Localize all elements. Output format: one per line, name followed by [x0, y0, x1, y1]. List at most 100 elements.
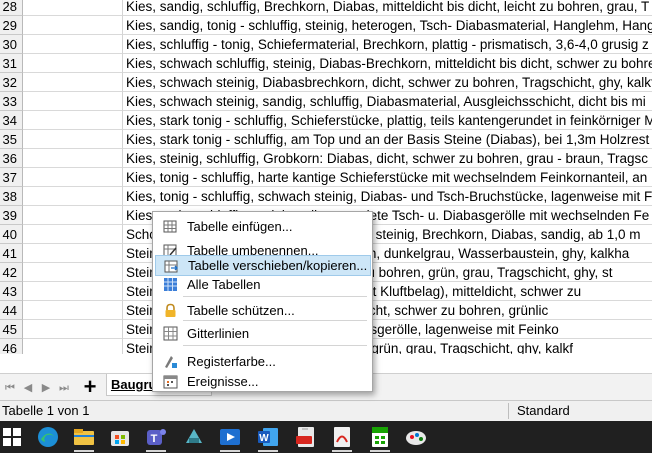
add-sheet-button[interactable]: + — [80, 376, 100, 398]
edge-icon[interactable] — [36, 425, 60, 449]
row-header[interactable]: 28 — [0, 0, 23, 16]
cell[interactable] — [23, 244, 123, 263]
table-row[interactable]: 36 Kies, steinig, schluffig, Grobkorn: Di… — [0, 149, 652, 168]
table-row[interactable]: 29 Kies, sandig, tonig - schluffig, stein… — [0, 16, 652, 35]
cell[interactable] — [23, 92, 123, 111]
row-header[interactable]: 37 — [0, 168, 23, 187]
cell[interactable] — [23, 301, 123, 320]
row-header[interactable]: 45 — [0, 320, 23, 339]
cell[interactable] — [23, 225, 123, 244]
cell[interactable] — [23, 111, 123, 130]
table-row[interactable]: 30 Kies, schluffig - tonig, Schiefermater… — [0, 35, 652, 54]
cell[interactable] — [23, 73, 123, 92]
cell[interactable] — [23, 168, 123, 187]
cell[interactable] — [23, 187, 123, 206]
cell[interactable] — [23, 206, 123, 225]
menu-item-all-sheets[interactable]: Alle Tabellen — [155, 274, 371, 295]
sheet-count-status: Tabelle 1 von 1 — [2, 403, 90, 418]
cell-description[interactable]: Kies, schwach steinig, Diabasbrechkorn, … — [123, 73, 652, 92]
first-sheet-button[interactable]: ⏮ — [4, 381, 16, 395]
svg-text:T: T — [151, 433, 158, 445]
cell[interactable] — [23, 263, 123, 282]
media-icon[interactable] — [218, 425, 242, 452]
row-header[interactable]: 31 — [0, 54, 23, 73]
cell-description[interactable]: Kies, tonig - schluffig, harte kantige S… — [123, 168, 652, 187]
row-header[interactable]: 42 — [0, 263, 23, 282]
menu-item-label: Registerfarbe... — [187, 354, 276, 369]
calc-icon[interactable] — [368, 425, 392, 452]
table-row[interactable]: 34 Kies, stark tonig - schluffig, Schiefe… — [0, 111, 652, 130]
menu-item-events[interactable]: Ereignisse... — [155, 371, 371, 392]
table-row[interactable]: 33 Kies, schwach steinig, sandig, schluff… — [0, 92, 652, 111]
cell-description[interactable]: Kies, tonig - schluffig, schwach steinig… — [123, 187, 652, 206]
row-header[interactable]: 41 — [0, 244, 23, 263]
status-divider — [508, 403, 509, 419]
cell-description[interactable]: Kies, stark tonig - schluffig, am Top un… — [123, 130, 652, 149]
cell-description[interactable]: Kies, stark tonig - schluffig, Schiefers… — [123, 111, 652, 130]
next-sheet-button[interactable]: ▶ — [40, 381, 52, 395]
table-row[interactable]: 32 Kies, schwach steinig, Diabasbrechkorn… — [0, 73, 652, 92]
teams-icon[interactable]: T — [144, 425, 168, 452]
file-explorer-icon[interactable] — [72, 425, 96, 452]
last-sheet-button[interactable]: ⏭ — [58, 381, 70, 395]
paint-icon[interactable] — [404, 425, 428, 449]
app-icon[interactable] — [182, 425, 206, 449]
cell-description[interactable]: Kies, schluffig - tonig, Schiefermateria… — [123, 35, 652, 54]
cell[interactable] — [23, 16, 123, 35]
table-row[interactable]: 35 Kies, stark tonig - schluffig, am Top … — [0, 130, 652, 149]
table-row[interactable]: 38 Kies, tonig - schluffig, schwach stein… — [0, 187, 652, 206]
store-icon[interactable] — [108, 425, 132, 449]
cell[interactable] — [23, 339, 123, 354]
move-copy-sheet-icon — [164, 259, 179, 274]
cell[interactable] — [23, 54, 123, 73]
row-header[interactable]: 43 — [0, 282, 23, 301]
cell[interactable] — [23, 149, 123, 168]
pdf-icon[interactable] — [294, 425, 318, 449]
row-header[interactable]: 39 — [0, 206, 23, 225]
menu-item-move-copy-sheet[interactable]: Tabelle verschieben/kopieren... — [155, 255, 371, 276]
cell[interactable] — [23, 130, 123, 149]
status-bar: Tabelle 1 von 1 Standard — [0, 400, 652, 421]
cell-description[interactable]: Kies, steinig, schluffig, Grobkorn: Diab… — [123, 149, 652, 168]
menu-item-gridlines[interactable]: Gitterlinien — [155, 323, 371, 344]
lock-icon — [163, 303, 178, 318]
menu-item-insert-sheet[interactable]: Tabelle einfügen... — [155, 216, 371, 237]
menu-item-label: Alle Tabellen — [187, 277, 261, 292]
row-header[interactable]: 34 — [0, 111, 23, 130]
row-header[interactable]: 30 — [0, 35, 23, 54]
row-header[interactable]: 36 — [0, 149, 23, 168]
row-header[interactable]: 40 — [0, 225, 23, 244]
cell-description[interactable]: Kies, sandig, schluffig, Brechkorn, Diab… — [123, 0, 652, 16]
pdf-icon[interactable] — [330, 425, 354, 452]
previous-sheet-button[interactable]: ◀ — [22, 381, 34, 395]
menu-item-tab-color[interactable]: Registerfarbe... — [155, 351, 371, 372]
word-icon[interactable]: W — [256, 425, 280, 452]
cell[interactable] — [23, 320, 123, 339]
menu-separator — [183, 320, 367, 321]
cell[interactable] — [23, 35, 123, 54]
row-header[interactable]: 29 — [0, 16, 23, 35]
cell-description[interactable]: Kies, schwach steinig, sandig, schluffig… — [123, 92, 652, 111]
row-header[interactable]: 32 — [0, 73, 23, 92]
row-header[interactable]: 44 — [0, 301, 23, 320]
cell[interactable] — [23, 0, 123, 16]
cell-description[interactable]: Kies, sandig, tonig - schluffig, steinig… — [123, 16, 652, 35]
table-row[interactable]: 37 Kies, tonig - schluffig, harte kantige… — [0, 168, 652, 187]
row-header[interactable]: 33 — [0, 92, 23, 111]
svg-text:W: W — [259, 433, 269, 444]
windows-start-icon[interactable] — [0, 425, 24, 449]
row-header[interactable]: 35 — [0, 130, 23, 149]
menu-item-label: Gitterlinien — [187, 326, 250, 341]
table-row[interactable]: 28 Kies, sandig, schluffig, Brechkorn, Di… — [0, 0, 652, 16]
row-header[interactable]: 38 — [0, 187, 23, 206]
gridlines-icon — [163, 326, 178, 341]
menu-item-lock[interactable]: Tabelle schützen... — [155, 300, 371, 321]
cell[interactable] — [23, 282, 123, 301]
page-style-status[interactable]: Standard — [517, 401, 570, 421]
row-header[interactable]: 46 — [0, 339, 23, 354]
cell-description[interactable]: Kies, schwach schluffig, steinig, Diabas… — [123, 54, 652, 73]
all-sheets-icon — [163, 277, 178, 292]
events-icon — [163, 374, 178, 389]
menu-separator — [183, 345, 367, 346]
table-row[interactable]: 31 Kies, schwach schluffig, steinig, Diab… — [0, 54, 652, 73]
